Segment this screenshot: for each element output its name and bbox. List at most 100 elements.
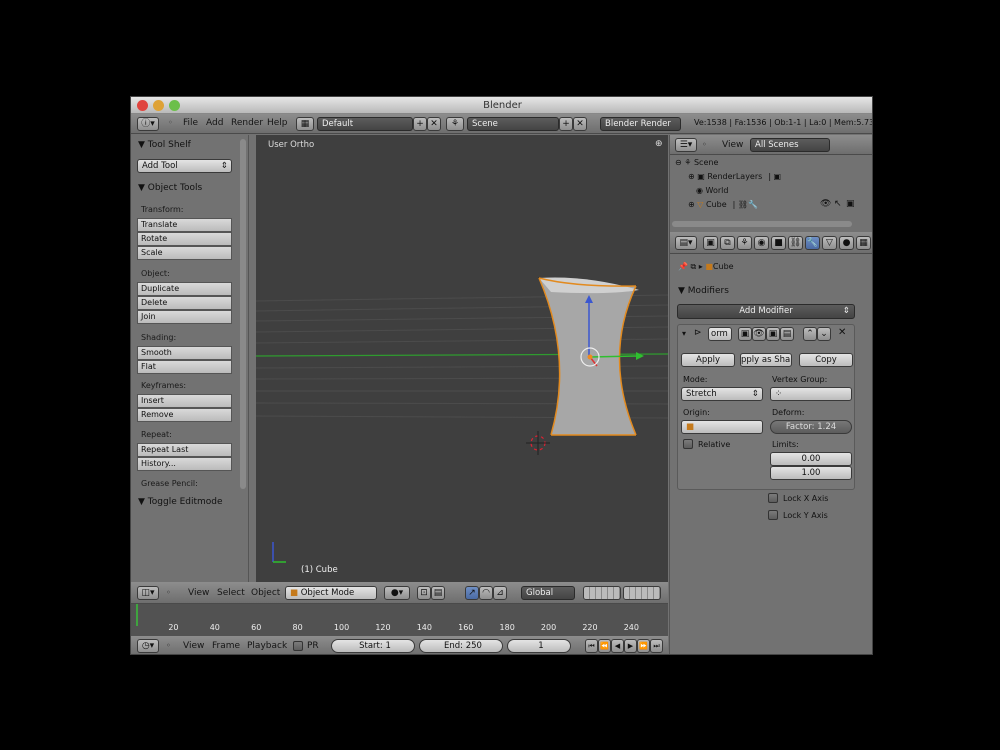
add-scene-icon[interactable]: + <box>559 117 573 131</box>
modifiers-tab-icon[interactable]: 🔧 <box>805 236 820 250</box>
menu-select[interactable]: Select <box>217 582 245 604</box>
scene-icon[interactable]: ⚘ <box>446 117 464 131</box>
visibility-eye-icon[interactable]: 👁 <box>820 199 831 209</box>
translate-button[interactable]: Translate <box>137 218 232 232</box>
scene-tab-icon[interactable]: ⚘ <box>737 236 752 250</box>
texture-tab-icon[interactable]: ▦ <box>856 236 871 250</box>
jump-start-icon[interactable]: ⏮ <box>585 639 598 653</box>
menu-object[interactable]: Object <box>251 582 280 604</box>
object-tab-icon[interactable]: ■ <box>771 236 786 250</box>
apply-button[interactable]: Apply <box>681 353 735 367</box>
menu-help[interactable]: Help <box>267 114 288 132</box>
constraints-tab-icon[interactable]: ⛓ <box>788 236 803 250</box>
material-tab-icon[interactable]: ● <box>839 236 854 250</box>
menu-file[interactable]: File <box>183 114 198 132</box>
menu-render[interactable]: Render <box>231 114 263 132</box>
next-keyframe-icon[interactable]: ⏩ <box>637 639 650 653</box>
outliner-item-scene[interactable]: ⊖ ⚘ Scene <box>675 158 718 167</box>
history-button[interactable]: History... <box>137 457 232 471</box>
collapse-menu-icon[interactable]: ◦ <box>702 135 707 155</box>
viewport-plus-icon[interactable]: ⊕ <box>655 139 663 149</box>
flat-button[interactable]: Flat <box>137 360 232 374</box>
factor-field[interactable]: Factor: 1.24 <box>770 420 852 434</box>
tool-shelf-title[interactable]: ▼ Tool Shelf <box>138 140 191 150</box>
scale-manipulator-icon[interactable]: ⊿ <box>493 586 507 600</box>
move-up-icon[interactable]: ⌃ <box>803 327 817 341</box>
transform-orientation-select[interactable]: Global <box>521 586 575 600</box>
lock-x-axis-checkbox[interactable] <box>768 493 778 503</box>
scene-field[interactable]: Scene <box>467 117 559 131</box>
selectability-arrow-icon[interactable]: ↖ <box>834 199 842 209</box>
smooth-button[interactable]: Smooth <box>137 346 232 360</box>
pivot-point-icon[interactable]: ⊡ <box>417 586 431 600</box>
viewport-display-icon[interactable]: 👁 <box>752 327 766 341</box>
translate-manipulator-icon[interactable]: ↗ <box>465 586 479 600</box>
menu-view[interactable]: View <box>188 582 209 604</box>
add-tool-select[interactable]: Add Tool ⇕ <box>137 159 232 173</box>
delete-screen-icon[interactable]: ✕ <box>427 117 441 131</box>
render-layers-tab-icon[interactable]: ⧉ <box>720 236 735 250</box>
duplicate-button[interactable]: Duplicate <box>137 282 232 296</box>
editor-type-properties-icon[interactable]: ▤▾ <box>675 236 697 250</box>
prev-keyframe-icon[interactable]: ⏪ <box>598 639 611 653</box>
play-reverse-icon[interactable]: ◀ <box>611 639 624 653</box>
add-screen-icon[interactable]: + <box>413 117 427 131</box>
outliner-item-renderlayers[interactable]: ⊕ ▣ RenderLayers | ▣ <box>688 172 781 181</box>
delete-button[interactable]: Delete <box>137 296 232 310</box>
editor-type-3dview-icon[interactable]: ◫▾ <box>137 586 159 600</box>
collapse-menu-icon[interactable]: ◦ <box>168 114 173 132</box>
editor-type-info-icon[interactable]: ⓘ▾ <box>137 117 159 131</box>
world-tab-icon[interactable]: ◉ <box>754 236 769 250</box>
outliner-hscrollbar[interactable] <box>672 221 852 227</box>
toggle-editmode-panel-header[interactable]: ▼ Toggle Editmode <box>138 497 223 507</box>
copy-button[interactable]: Copy <box>799 353 853 367</box>
pin-icon[interactable]: 📌 <box>678 262 691 271</box>
layers-grid-2[interactable] <box>623 586 661 600</box>
editor-type-outliner-icon[interactable]: ☰▾ <box>675 138 697 152</box>
play-icon[interactable]: ▶ <box>624 639 637 653</box>
layers-grid-1[interactable] <box>583 586 621 600</box>
object-tools-panel-header[interactable]: ▼ Object Tools <box>138 183 202 193</box>
collapse-menu-icon[interactable]: ◦ <box>166 582 171 604</box>
modifiers-panel-header[interactable]: ▼ Modifiers <box>678 286 729 296</box>
limit-min-field[interactable]: 0.00 <box>770 452 852 466</box>
preview-range-checkbox[interactable] <box>293 641 303 651</box>
origin-field[interactable]: ■ <box>681 420 763 434</box>
start-frame-field[interactable]: Start: 1 <box>331 639 415 653</box>
x-gizmo-axis[interactable] <box>589 355 640 358</box>
current-frame-field[interactable]: 1 <box>507 639 571 653</box>
collapse-menu-icon[interactable]: ◦ <box>166 636 171 654</box>
render-display-icon[interactable]: ▣ <box>766 327 780 341</box>
object-mode-select[interactable]: ■ Object Mode <box>285 586 377 600</box>
lock-y-axis-checkbox[interactable] <box>768 510 778 520</box>
x-gizmo-arrowhead[interactable] <box>636 352 644 360</box>
delete-scene-icon[interactable]: ✕ <box>573 117 587 131</box>
menu-frame[interactable]: Frame <box>212 636 240 654</box>
scale-button[interactable]: Scale <box>137 246 232 260</box>
data-tab-icon[interactable]: ▽ <box>822 236 837 250</box>
add-modifier-button[interactable]: Add Modifier ⇕ <box>677 304 855 319</box>
outliner-view-menu[interactable]: View <box>722 135 743 155</box>
screen-layout-field[interactable]: Default <box>317 117 413 131</box>
vertex-group-field[interactable]: ⁘ <box>770 387 852 401</box>
modifier-name-field[interactable]: orm <box>708 327 732 341</box>
timeline[interactable]: 20 40 60 80 100 120 140 160 180 200 220 240 <box>131 604 668 636</box>
screen-layout-icon[interactable]: ▦ <box>296 117 314 131</box>
move-down-icon[interactable]: ⌄ <box>817 327 831 341</box>
cage-display-icon[interactable]: ▤ <box>780 327 794 341</box>
end-frame-field[interactable]: End: 250 <box>419 639 503 653</box>
rotate-button[interactable]: Rotate <box>137 232 232 246</box>
remove-modifier-icon[interactable]: ✕ <box>838 327 846 338</box>
outliner-item-cube[interactable]: ⊕ ▽ Cube | ⛓🔧 <box>688 200 758 209</box>
3d-viewport[interactable]: User Ortho ⊕ (1) Cube <box>256 135 668 582</box>
edit-mode-display-icon[interactable]: ▣ <box>738 327 752 341</box>
relative-checkbox[interactable] <box>683 439 693 449</box>
menu-view[interactable]: View <box>183 636 204 654</box>
3d-cursor[interactable] <box>526 431 550 455</box>
tool-shelf-scrollbar[interactable] <box>240 139 246 489</box>
join-button[interactable]: Join <box>137 310 232 324</box>
apply-as-shape-button[interactable]: pply as Shap <box>740 353 792 367</box>
outliner-filter-select[interactable]: All Scenes <box>750 138 830 152</box>
render-engine-select[interactable]: Blender Render <box>600 117 681 131</box>
jump-end-icon[interactable]: ⏭ <box>650 639 663 653</box>
